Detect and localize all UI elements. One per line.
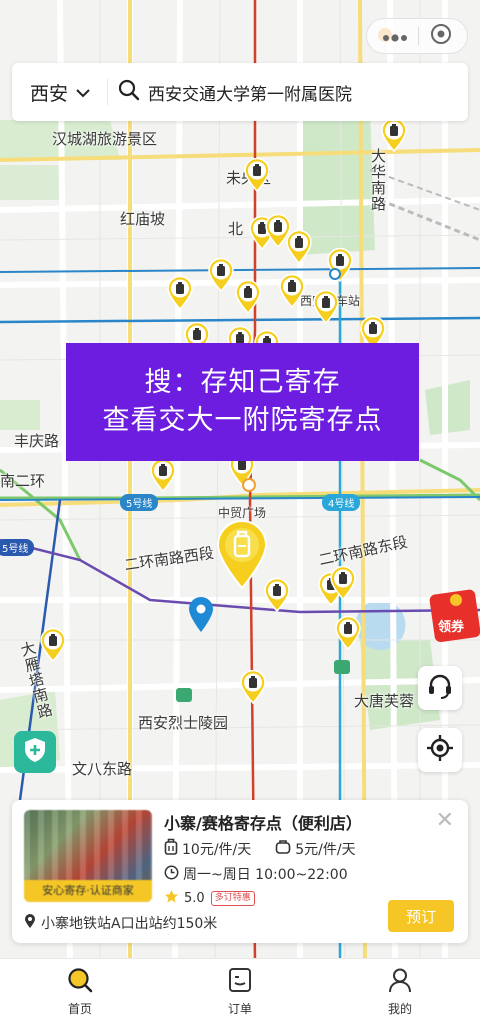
map-label: 红庙坡 (120, 210, 166, 228)
chevron-down-icon (76, 81, 90, 103)
store-address: 小寨地铁站A口出站约150米 (41, 916, 218, 932)
rating-value: 5.0 (184, 891, 205, 906)
metro-station-icon (242, 478, 256, 492)
selected-store-pin[interactable] (216, 520, 268, 590)
storage-point-pin[interactable] (335, 616, 361, 650)
store-thumbnail: 安心寄存·认证商家 (24, 810, 152, 902)
map-label: 中贸广场 (218, 506, 267, 520)
coupon-label: 领券 (438, 620, 465, 635)
metro-line-badge: 5号线 (120, 494, 159, 511)
clock-icon (164, 865, 179, 884)
city-name: 西安 (30, 82, 69, 105)
order-icon (227, 967, 253, 996)
storage-point-pin[interactable] (279, 274, 305, 308)
promo-line2: 查看交大一附院寄存点 (102, 405, 383, 436)
opening-hours: 周一~周日 10:00~22:00 (183, 867, 348, 883)
discount-tag: 多订特惠 (210, 891, 255, 906)
rating-row: 5.0 多订特惠 (164, 889, 255, 908)
user-icon (387, 967, 413, 996)
book-button[interactable]: 预订 (388, 900, 454, 932)
storage-point-pin[interactable] (330, 566, 356, 600)
location-icon (24, 913, 36, 933)
map-label: 文八东路 (72, 760, 133, 778)
metro-station-icon (329, 268, 341, 280)
storage-point-pin[interactable] (244, 158, 270, 192)
customer-service-button[interactable] (418, 666, 462, 710)
map-label: 南二环 (0, 472, 46, 490)
map-label: 丰庆路 (14, 432, 60, 450)
storage-point-pin[interactable] (40, 628, 66, 662)
hours-row: 周一~周日 10:00~22:00 (164, 864, 348, 884)
search-bar: 西安 (12, 63, 468, 121)
luggage-large-icon (164, 838, 178, 860)
address-row: 小寨地铁站A口出站约150米 (24, 913, 217, 933)
map-label: 大唐芙蓉 (354, 692, 415, 710)
search-icon (67, 967, 93, 996)
storage-point-pin[interactable] (167, 276, 193, 310)
storage-point-pin[interactable] (240, 670, 266, 704)
headset-icon (426, 672, 454, 704)
coupon-button[interactable]: 领券 (428, 588, 480, 644)
map-label: 西安烈士陵园 (138, 714, 229, 732)
storage-point-pin[interactable] (235, 280, 261, 314)
store-name: 小寨/赛格寄存点（便利店） (164, 814, 362, 833)
tab-label: 我的 (387, 1002, 412, 1016)
storage-point-pin[interactable] (313, 290, 339, 324)
crosshair-icon (426, 734, 454, 766)
storage-point-pin[interactable] (150, 458, 176, 492)
bottom-tab-bar: 首页 订单 我的 (0, 958, 480, 1023)
price-large: 10元/件/天 (182, 842, 252, 858)
metro-line-badge: 4号线 (322, 494, 361, 511)
price-small: 5元/件/天 (295, 842, 356, 858)
search-field[interactable] (108, 79, 468, 105)
price-row: 10元/件/天 5元/件/天 (164, 838, 356, 860)
tab-label: 订单 (227, 1002, 252, 1016)
metro-line-badge: 5号线 (0, 539, 35, 556)
luggage-small-icon (275, 839, 291, 859)
safety-button[interactable] (14, 731, 56, 773)
city-selector[interactable]: 西安 (12, 79, 107, 106)
store-card[interactable]: 安心寄存·认证商家 小寨/赛格寄存点（便利店） ✕ 10元/件/天 5元/件/天… (12, 800, 468, 943)
shield-icon (23, 737, 47, 767)
tab-label: 首页 (67, 1002, 92, 1016)
tab-profile[interactable]: 我的 (320, 959, 480, 1023)
close-icon[interactable]: ✕ (436, 808, 454, 833)
poi-camera-icon (176, 688, 192, 702)
star-icon (164, 889, 179, 908)
certified-badge: 安心寄存·认证商家 (24, 880, 152, 902)
storage-point-pin[interactable] (381, 118, 407, 152)
more-icon[interactable] (382, 27, 408, 46)
tab-orders[interactable]: 订单 (160, 959, 320, 1023)
map-label: 大华南路 (369, 148, 387, 212)
map-label: 汉城湖旅游景区 (52, 130, 158, 148)
storage-point-pin[interactable] (208, 258, 234, 292)
poi-camera-icon (334, 660, 350, 674)
promo-banner: 搜：存知己寄存 查看交大一附院寄存点 (66, 343, 419, 461)
locate-me-button[interactable] (418, 728, 462, 772)
tab-home[interactable]: 首页 (0, 959, 160, 1023)
storage-point-pin[interactable] (286, 230, 312, 264)
map-label: 北 (228, 220, 244, 238)
miniprogram-capsule[interactable] (366, 18, 468, 54)
search-icon (118, 79, 140, 105)
search-input[interactable] (148, 82, 468, 102)
close-miniprogram-icon[interactable] (430, 23, 452, 49)
my-location-pin (188, 597, 214, 637)
promo-line1: 搜：存知己寄存 (144, 367, 341, 398)
